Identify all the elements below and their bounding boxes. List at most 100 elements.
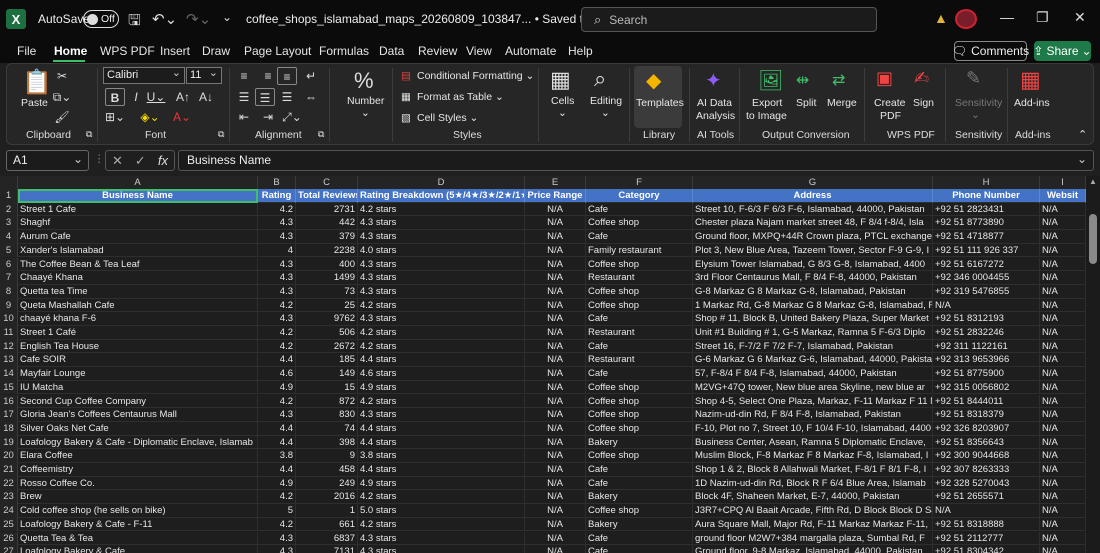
cell[interactable]: 400 [296,257,358,272]
cell[interactable]: 4.3 stars [358,531,525,546]
align-center-icon[interactable]: ☰ [255,88,275,106]
cell[interactable]: 4.9 stars [358,476,525,491]
cell[interactable]: Block 4F, Shaheen Market, E-7, 44000, Pa… [693,490,933,505]
cell[interactable]: N/A [1040,408,1086,422]
cell[interactable]: N/A [1040,531,1086,546]
row-number[interactable]: 22 [0,476,18,491]
tab-file[interactable]: File [17,44,36,58]
row-number[interactable]: 27 [0,545,18,553]
cell[interactable]: +92 51 8775900 [933,367,1040,381]
cell[interactable]: Cafe [586,339,693,354]
cell[interactable]: +92 307 8263333 [933,463,1040,477]
cell[interactable]: Nazim-ud-din Rd, F 8/4 F-8, Islamabad, P… [693,408,933,422]
cell[interactable]: 661 [296,517,358,532]
cell[interactable]: N/A [1040,490,1086,505]
cell[interactable]: 57, F-8/4 F 8/4 F-8, Islamabad, 44000, P… [693,367,933,381]
tab-data[interactable]: Data [379,44,404,58]
font-name-select[interactable]: Calibri [103,66,185,84]
font-color-icon[interactable]: A⌄ [172,108,192,126]
cell[interactable]: 442 [296,216,358,231]
cell[interactable]: Aurum Cafe [18,230,258,244]
cell[interactable]: 4.2 [258,490,296,505]
cell[interactable]: N/A [1040,476,1086,491]
tab-formulas[interactable]: Formulas [319,44,369,58]
create-pdf-button[interactable]: Create [874,97,906,109]
tab-automate[interactable]: Automate [505,44,556,58]
cell[interactable]: Street 10, F-6/3 F 6/3 F-6, Islamabad, 4… [693,202,933,217]
header-cell[interactable]: Price Range [525,189,586,203]
cell[interactable]: M2VG+47Q tower, New blue area Skyline, n… [693,380,933,395]
paste-icon[interactable]: 📋 [22,68,52,97]
cell[interactable]: 3rd Floor Centaurus Mall, F 8/4 F-8, 440… [693,271,933,285]
cell[interactable]: N/A [1040,271,1086,285]
wrap-text-icon[interactable]: ↵ [301,67,321,85]
cell[interactable]: 4.4 [258,435,296,450]
cell[interactable]: 4.2 [258,298,296,313]
cell[interactable]: Coffee shop [586,421,693,436]
cell[interactable]: 7131 [296,545,358,553]
cell[interactable]: 4.3 [258,257,296,272]
cell[interactable]: Cafe [586,230,693,244]
cell[interactable]: Ground floor, MXPQ+44R Crown plaza, PTCL… [693,230,933,244]
cell[interactable]: G-8 Markaz G 8 Markaz G-8, Islamabad, Pa… [693,284,933,299]
cell[interactable]: 4.9 [258,476,296,491]
header-cell[interactable]: Websit [1040,189,1086,203]
cell[interactable]: 4.4 stars [358,353,525,368]
column-header-b[interactable]: B [258,176,296,189]
cell[interactable]: +92 51 2655571 [933,490,1040,505]
cell[interactable]: N/A [525,271,586,285]
cell[interactable]: Second Cup Coffee Company [18,394,258,409]
warning-icon[interactable]: ▲ [934,10,948,26]
cell[interactable]: 4.3 [258,216,296,231]
cell[interactable]: J3R7+CPQ Al Baait Arcade, Fifth Rd, D Bl… [693,504,933,518]
cell[interactable]: 1 Markaz Rd, G-8 Markaz G 8 Markaz G-8, … [693,298,933,313]
paste-button[interactable]: Paste [21,97,48,109]
cell[interactable]: 4.3 [258,284,296,299]
row-number[interactable]: 17 [0,408,18,422]
cell[interactable]: Cafe [586,312,693,326]
search-input[interactable]: ⌕ Search [581,7,877,32]
align-left-icon[interactable]: ☰ [234,88,254,106]
cell[interactable]: N/A [1040,380,1086,395]
cell[interactable]: N/A [1040,298,1086,313]
cell[interactable]: Quetta tea Time [18,284,258,299]
cell[interactable]: +92 319 5476855 [933,284,1040,299]
cell[interactable]: N/A [525,243,586,258]
redo-icon[interactable]: ↷⌄ [186,10,211,28]
cell[interactable]: IU Matcha [18,380,258,395]
italic-button[interactable]: I [126,88,146,106]
row-number[interactable]: 11 [0,326,18,340]
cell[interactable]: 4.3 stars [358,545,525,553]
cell[interactable]: 4.2 stars [358,490,525,505]
scrollbar-thumb[interactable] [1089,214,1097,264]
cell[interactable]: 4.4 stars [358,421,525,436]
cell[interactable]: Queta Mashallah Cafe [18,298,258,313]
cell[interactable]: N/A [1040,394,1086,409]
tab-home[interactable]: Home [54,44,87,58]
cell[interactable]: 4.3 [258,312,296,326]
cell[interactable]: 2672 [296,339,358,354]
cell[interactable]: Business Center, Asean, Ramna 5 Diplomat… [693,435,933,450]
cell[interactable]: +92 328 5270043 [933,476,1040,491]
cell[interactable]: 249 [296,476,358,491]
align-middle-icon[interactable]: ≡ [258,67,278,85]
row-number[interactable]: 15 [0,380,18,395]
header-cell[interactable]: Address [693,189,933,203]
row-number[interactable]: 16 [0,394,18,409]
cell[interactable]: chaayé khana F-6 [18,312,258,326]
enter-icon[interactable]: ✓ [135,153,146,169]
cell[interactable]: +92 51 2823431 [933,202,1040,217]
ai-data-analysis-button[interactable]: AI Data [697,97,732,109]
cell[interactable]: Cafe [586,367,693,381]
cell[interactable]: N/A [525,230,586,244]
sign-button[interactable]: Sign [913,97,934,109]
cell[interactable]: N/A [1040,326,1086,340]
cell[interactable]: Chester plaza Najam market street 48, F … [693,216,933,231]
name-box[interactable]: A1 [6,150,89,171]
number-button[interactable]: Number [347,95,384,107]
add-ins-icon[interactable]: ▦ [1020,67,1041,93]
comments-button[interactable]: 🗨 Comments [952,41,1029,61]
cell[interactable]: Xander's Islamabad [18,243,258,258]
row-number[interactable]: 26 [0,531,18,546]
cell[interactable]: N/A [525,490,586,505]
